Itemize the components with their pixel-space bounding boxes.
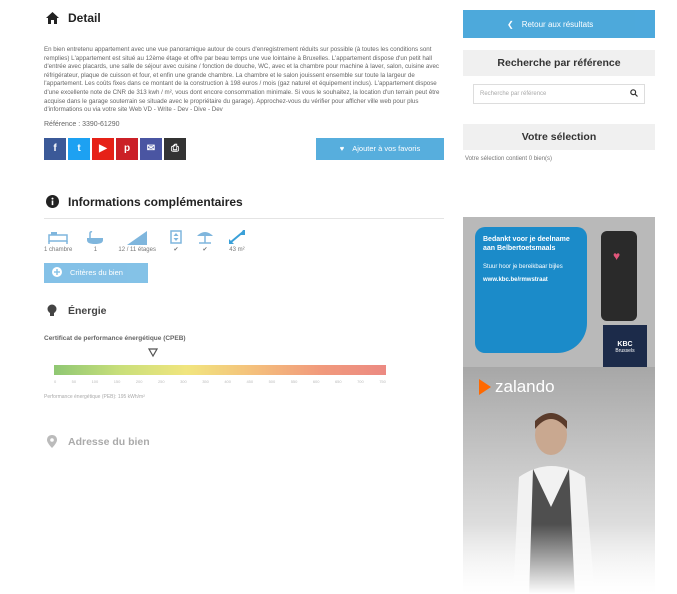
- energy-tick: 450: [246, 378, 254, 384]
- reference-search-field[interactable]: Recherche par référence: [473, 84, 645, 104]
- main-content: Detail En bien entretenu appartement ave…: [44, 8, 444, 450]
- advertisement[interactable]: ♥ Bedankt voor je deelname aan Belbertoe…: [463, 217, 655, 594]
- zalando-wordmark: zalando: [495, 377, 555, 396]
- search-reference-heading: Recherche par référence: [463, 50, 655, 76]
- info-divider: [44, 217, 444, 219]
- energy-tick: 500: [268, 378, 276, 384]
- info-icon: [44, 194, 60, 210]
- traffic-light-image: [601, 231, 637, 321]
- plus-circle-icon: [52, 266, 62, 279]
- feature-floors: 12 / 11 étages: [118, 230, 156, 253]
- ad-bubble-link[interactable]: www.kbc.be/rmwstraat: [483, 277, 579, 283]
- energy-certificate-label: Certificat de performance énergétique (C…: [44, 334, 186, 342]
- share-bar: f t ▶ p ✉ ⎙ ♥ Ajouter à vos favoris: [44, 137, 444, 160]
- feature-surface: 43 m²: [228, 229, 246, 253]
- floor-icon: [127, 230, 148, 245]
- kbc-logo: KBC Brussels: [603, 325, 647, 369]
- energy-tick: 750: [379, 378, 386, 384]
- energy-section: Certificat de performance énergétique (C…: [44, 335, 444, 400]
- energy-title: Énergie: [68, 304, 107, 317]
- feature-elevator-label: ✔: [173, 246, 179, 253]
- energy-tick: 150: [113, 378, 121, 384]
- energy-heading: Énergie: [44, 303, 444, 319]
- energy-tick: 200: [135, 378, 143, 384]
- terrace-icon: [196, 231, 213, 244]
- print-icon[interactable]: ⎙: [164, 137, 186, 160]
- info-heading: Informations complémentaires: [44, 194, 444, 210]
- energy-tick: 300: [180, 378, 187, 384]
- bed-icon: [48, 231, 68, 244]
- ad-fade: [463, 524, 655, 594]
- feature-floors-label: 12 / 11 étages: [118, 246, 156, 253]
- energy-tick: 250: [157, 378, 165, 384]
- add-favorite-label: Ajouter à vos favoris: [352, 144, 421, 154]
- heart-icon: ♥: [339, 144, 345, 154]
- energy-tick: 0: [54, 378, 57, 384]
- energy-footnote: Performance énergétique (PEB): 195 kWh/m…: [44, 393, 145, 400]
- energy-tick: 650: [334, 378, 342, 384]
- kbc-logo-name: KBC: [617, 340, 633, 348]
- email-icon[interactable]: ✉: [140, 137, 162, 160]
- energy-scale-bar: [54, 364, 386, 375]
- home-icon: [44, 10, 60, 26]
- feature-bathrooms: 1: [86, 230, 104, 253]
- back-label: Retour aux résultats: [521, 19, 594, 29]
- elevator-icon: [170, 230, 182, 244]
- address-title: Adresse du bien: [68, 435, 150, 448]
- energy-tick: 550: [290, 378, 298, 384]
- energy-tick: 350: [202, 378, 209, 384]
- surface-icon: [228, 229, 245, 244]
- sidebar: ❮ Retour aux résultats Recherche par réf…: [463, 10, 655, 162]
- info-title: Informations complémentaires: [68, 194, 243, 209]
- detail-title: Detail: [68, 11, 101, 25]
- reference-text: Référence : 3390-61290: [44, 120, 120, 128]
- address-heading: Adresse du bien: [44, 434, 444, 450]
- bath-icon: [87, 230, 104, 244]
- feature-elevator: ✔: [170, 230, 182, 253]
- criteria-label: Critères du bien: [70, 268, 123, 278]
- criteria-button[interactable]: Critères du bien: [44, 262, 148, 283]
- feature-bedrooms-label: 1 chambre: [44, 246, 73, 253]
- twitter-icon[interactable]: t: [68, 137, 90, 160]
- property-description: En bien entretenu appartement avec une v…: [44, 46, 440, 114]
- energy-tick: 50: [71, 378, 77, 384]
- ad-bubble-title: Bedankt voor je deelname aan Belbertoets…: [483, 236, 570, 252]
- ad-bubble-text: Stuur hoor je bereikbaar bijles: [483, 264, 563, 270]
- feature-bedrooms: 1 chambre: [44, 231, 72, 253]
- energy-tick: 600: [312, 378, 320, 384]
- energy-pointer-icon: [147, 348, 159, 357]
- back-to-results-button[interactable]: ❮ Retour aux résultats: [463, 10, 655, 38]
- chevron-left-icon: ❮: [507, 19, 514, 29]
- map-pin-icon: [44, 434, 60, 450]
- facebook-icon[interactable]: f: [44, 137, 66, 160]
- zalando-logo: zalando: [479, 377, 555, 397]
- energy-tick: 100: [91, 378, 99, 384]
- feature-bathrooms-label: 1: [93, 246, 98, 253]
- energy-scale-ticks: 0 50 100 150 200 250 300 350 400 450 500…: [54, 379, 386, 384]
- detail-heading: Detail: [44, 8, 444, 28]
- feature-list: 1 chambre 1 12 / 11 étages ✔ ✔ 43 m²: [44, 229, 444, 253]
- pinterest-icon[interactable]: p: [116, 137, 138, 160]
- lightbulb-icon: [44, 303, 60, 319]
- reference-search-input[interactable]: Recherche par référence: [480, 91, 630, 97]
- selection-count-text: Votre sélection contient 0 bien(s): [465, 156, 553, 162]
- selection-heading: Votre sélection: [463, 124, 655, 150]
- youtube-icon[interactable]: ▶: [92, 137, 114, 160]
- search-icon[interactable]: [630, 89, 638, 99]
- feature-terrace-label: ✔: [202, 246, 208, 253]
- energy-tick: 400: [224, 378, 231, 384]
- kbc-logo-city: Brussels: [615, 347, 635, 354]
- heart-icon: ♥: [613, 249, 621, 263]
- ad-bubble: Bedankt voor je deelname aan Belbertoets…: [475, 227, 587, 353]
- add-favorite-button[interactable]: ♥ Ajouter à vos favoris: [316, 137, 444, 160]
- zalando-arrow-icon: [479, 379, 491, 395]
- feature-terrace: ✔: [196, 230, 214, 253]
- energy-tick: 700: [357, 378, 364, 384]
- feature-surface-label: 43 m²: [229, 246, 245, 253]
